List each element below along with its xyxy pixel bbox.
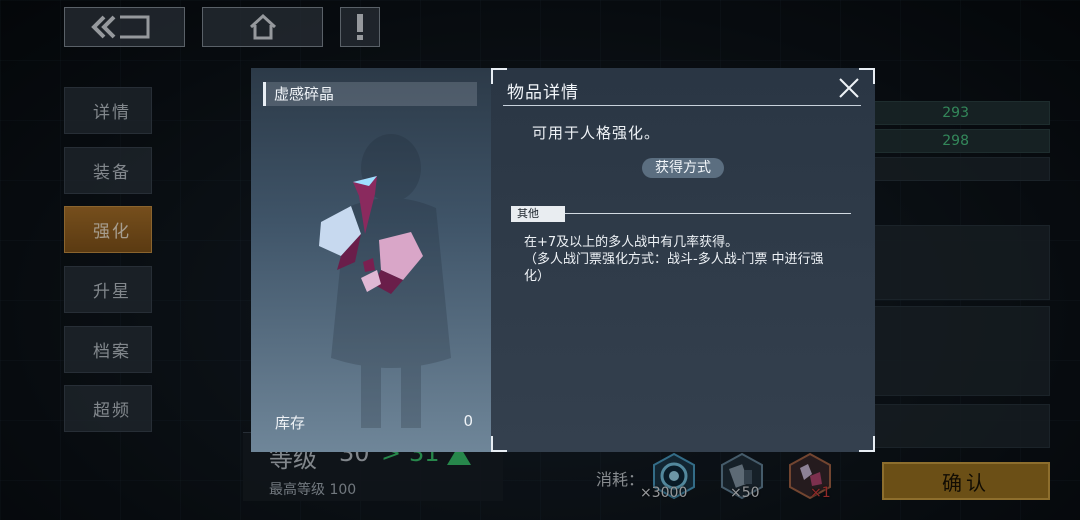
crystal-item-icon (319, 176, 423, 294)
stock-value: 0 (463, 412, 473, 430)
frame-corner (859, 436, 875, 452)
obtain-label: 获得方式 (655, 160, 711, 176)
close-icon (839, 78, 859, 98)
item-preview-panel: 虚感碎晶 库存 0 (251, 68, 491, 452)
frame-corner (491, 436, 507, 452)
other-info-text: 在+7及以上的多人战中有几率获得。 （多人战门票强化方式：战斗-多人战-门票 中… (524, 235, 824, 284)
obtain-method-button[interactable]: 获得方式 (642, 158, 724, 178)
item-detail-panel: 物品详情 可用于人格强化。 获得方式 其他 在+7及以上的多人战中有几率获得。 … (491, 68, 875, 452)
frame-corner (859, 68, 875, 84)
detail-title: 物品详情 (507, 83, 579, 103)
item-name: 虚感碎晶 (263, 82, 477, 106)
title-divider (503, 105, 861, 106)
stock-label: 库存 (275, 414, 306, 432)
close-button[interactable] (837, 76, 861, 100)
section-tag: 其他 (511, 206, 565, 222)
item-description: 可用于人格强化。 (532, 124, 661, 142)
frame-corner (491, 68, 507, 84)
section-divider (565, 213, 851, 214)
